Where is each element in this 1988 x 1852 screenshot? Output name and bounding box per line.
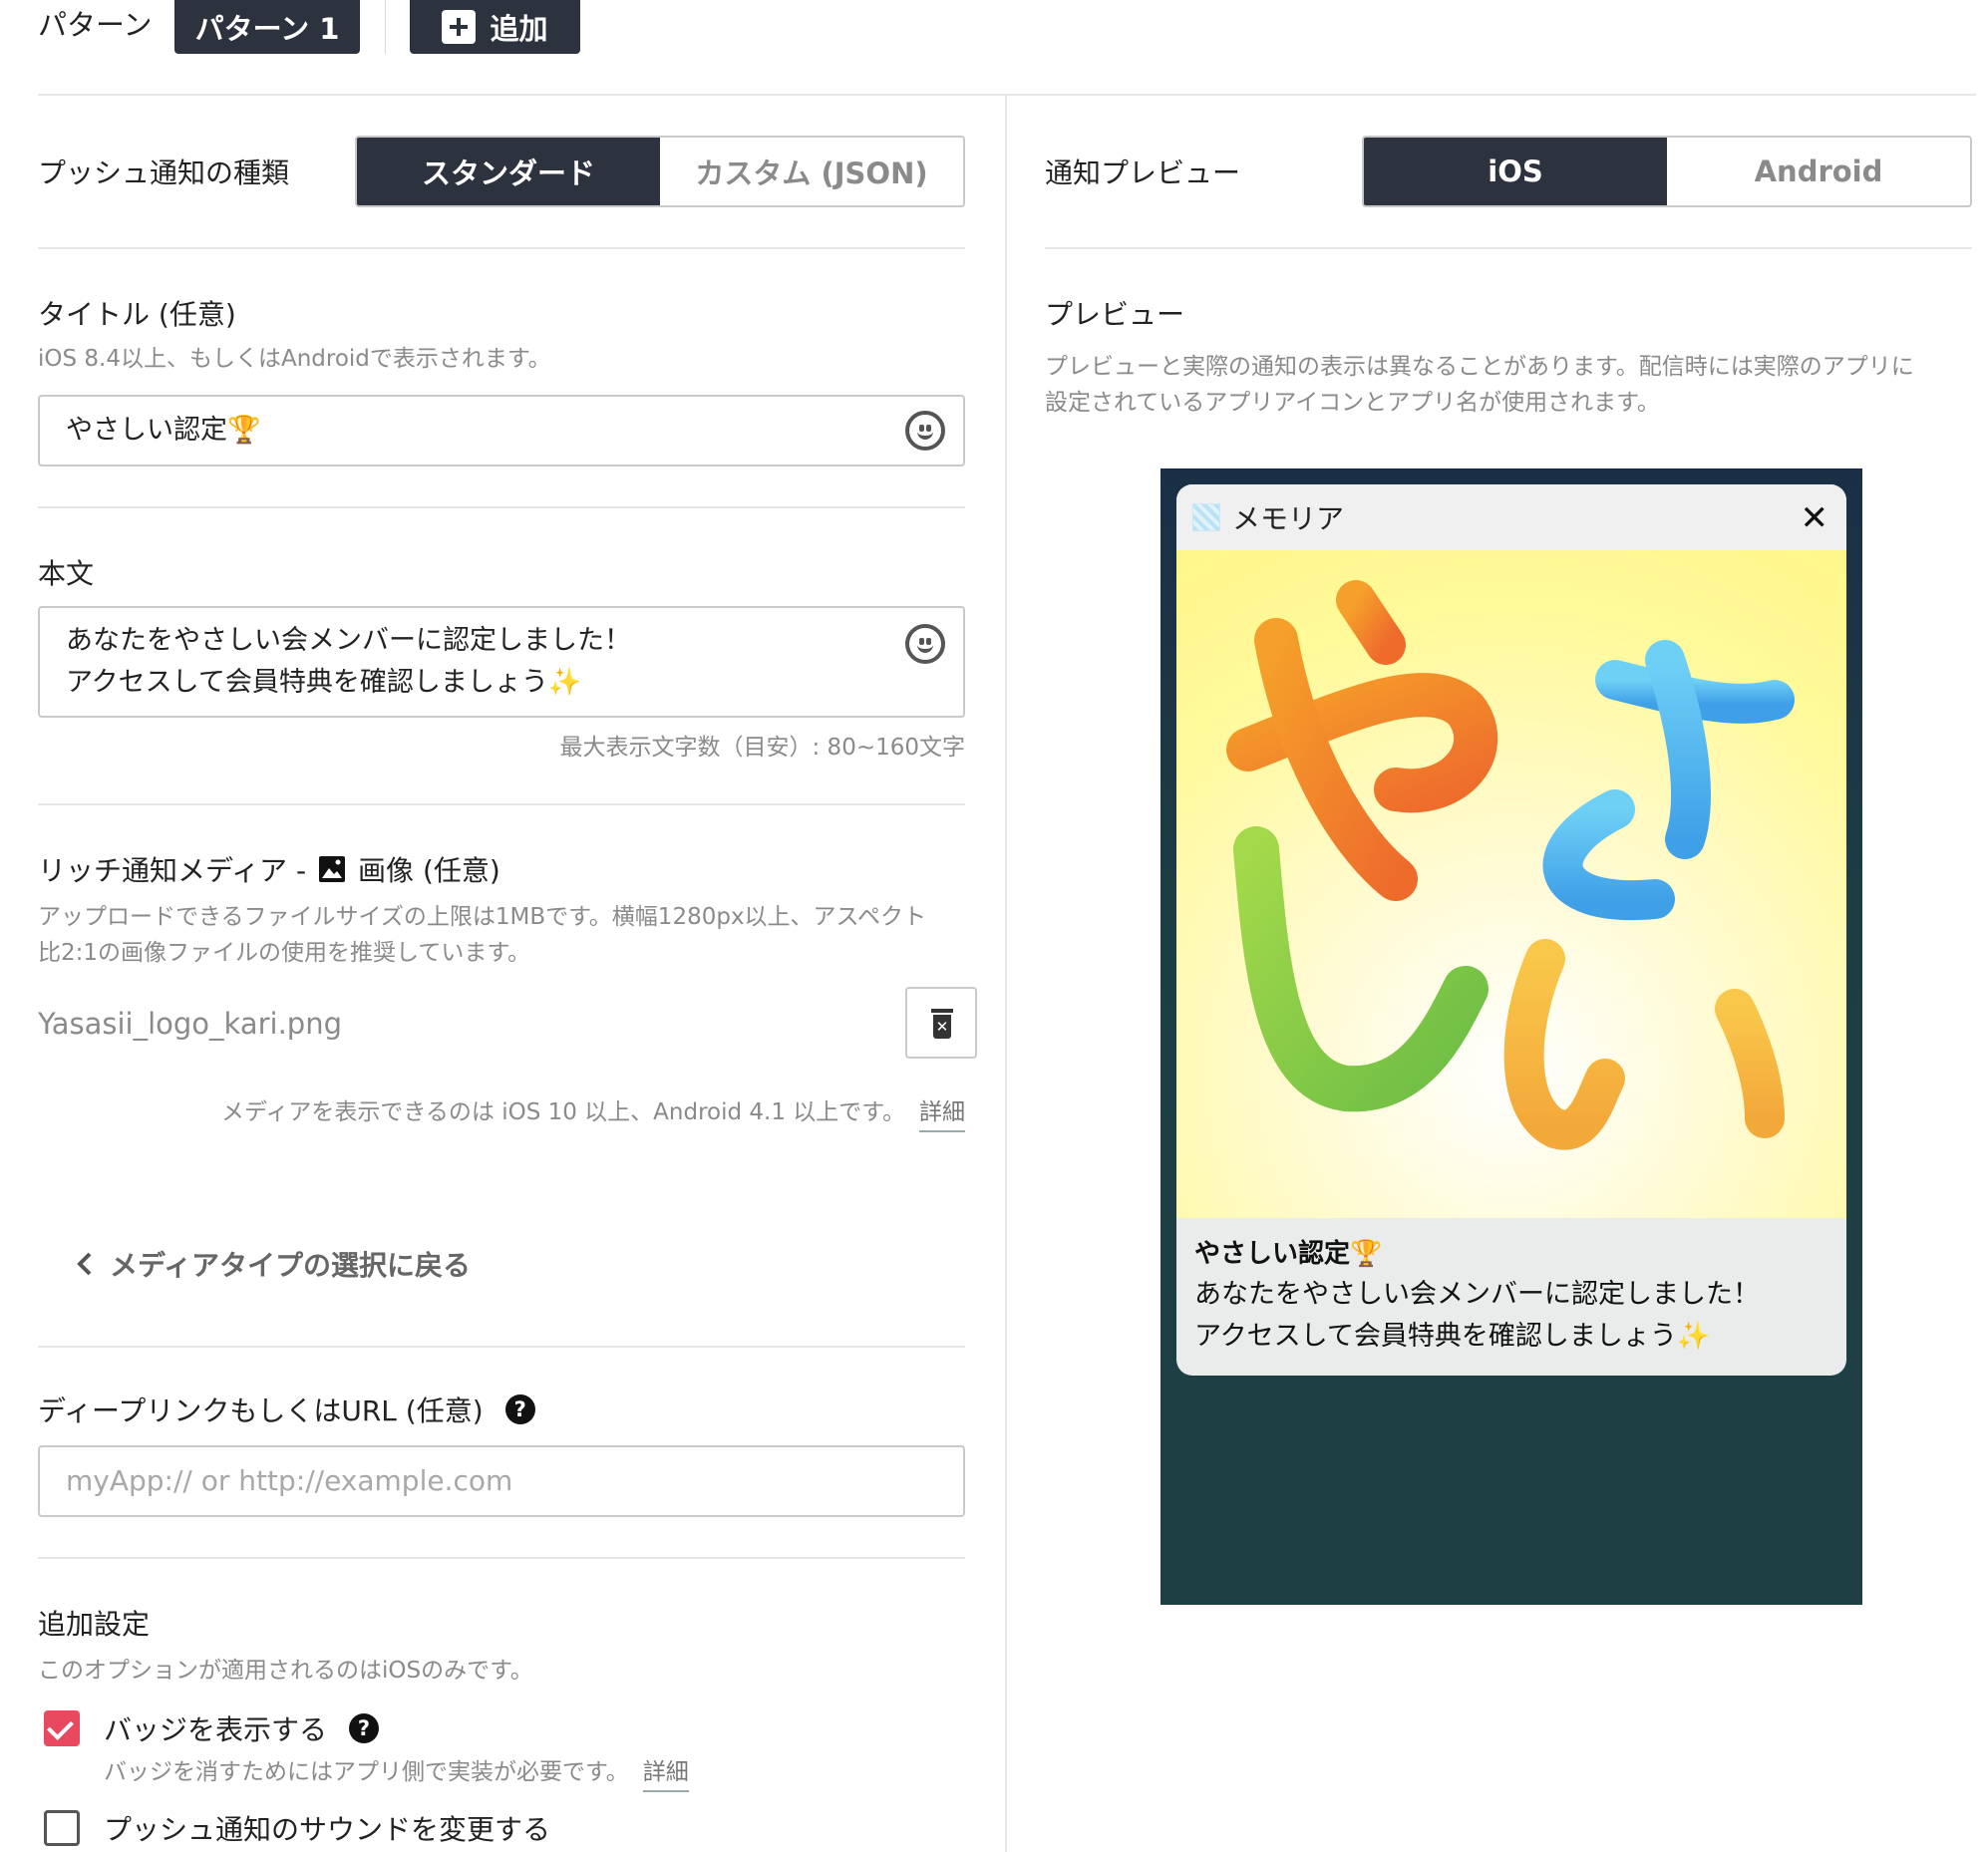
deeplink-placeholder: myApp:// or http://example.com xyxy=(66,1464,513,1497)
media-label-prefix: リッチ通知メディア - xyxy=(38,854,307,887)
pattern-label: パターン xyxy=(38,8,153,42)
media-hint-line-2: 比2:1の画像ファイルの使用を推奨しています。 xyxy=(38,940,531,966)
divider xyxy=(1045,247,1972,249)
sound-checkbox[interactable] xyxy=(44,1810,80,1846)
badge-detail-link[interactable]: 詳細 xyxy=(642,1754,689,1792)
badge-checkbox[interactable] xyxy=(44,1710,80,1746)
divider xyxy=(38,506,965,508)
media-detail-link[interactable]: 詳細 xyxy=(919,1094,965,1132)
extra-settings-label: 追加設定 xyxy=(38,1608,151,1641)
badge-hint-text: バッジを消すためにはアプリ側で実装が必要です。 xyxy=(104,1759,629,1785)
delete-media-button[interactable]: ✕ xyxy=(905,987,977,1059)
deeplink-input[interactable]: myApp:// or http://example.com xyxy=(38,1445,965,1517)
media-filename: Yasasii_logo_kari.png xyxy=(38,1007,342,1041)
push-type-custom-json-option[interactable]: カスタム (JSON) xyxy=(660,138,963,205)
chevron-left-icon xyxy=(77,1252,92,1276)
badge-label[interactable]: バッジを表示する xyxy=(104,1708,327,1748)
push-type-label: プッシュ通知の種類 xyxy=(38,156,290,189)
deeplink-label-text: ディープリンクもしくはURL (任意) xyxy=(38,1394,484,1427)
media-support-label: メディアを表示できるのは iOS 10 以上、Android 4.1 以上です。 xyxy=(220,1099,905,1125)
yasashii-logo-art xyxy=(1226,580,1795,1150)
close-icon[interactable]: ✕ xyxy=(1801,498,1829,538)
emoji-picker-icon[interactable] xyxy=(905,411,945,451)
media-label-suffix: 画像 (任意) xyxy=(358,854,500,887)
notification-app-name: メモリア xyxy=(1232,502,1345,535)
preview-platform-toggle: iOS Android xyxy=(1362,136,1972,207)
push-type-standard-option[interactable]: スタンダード xyxy=(357,138,660,205)
badge-hint: バッジを消すためにはアプリ側で実装が必要です。 詳細 xyxy=(104,1754,689,1792)
back-to-media-type-link[interactable]: メディアタイプの選択に戻る xyxy=(76,1244,471,1284)
title-input-value: やさしい認定🏆 xyxy=(66,415,261,446)
add-pattern-label: 追加 xyxy=(490,12,548,46)
plus-icon xyxy=(442,10,477,44)
notification-image xyxy=(1176,550,1846,1218)
notification-card: メモリア ✕ やさしい認定🏆 あなたをやさしい会メンバーに認定しました！ アクセ… xyxy=(1176,484,1846,1376)
pattern-1-button[interactable]: パターン 1 xyxy=(174,0,360,54)
app-icon xyxy=(1192,503,1220,531)
media-hint-line-1: アップロードできるファイルサイズの上限は1MBです。横幅1280px以上、アスペ… xyxy=(38,904,926,930)
help-icon[interactable]: ? xyxy=(504,1394,535,1424)
body-textarea[interactable]: あなたをやさしい会メンバーに認定しました！ アクセスして会員特典を確認しましょう… xyxy=(38,606,965,718)
badge-option: バッジを表示する ? xyxy=(104,1708,380,1748)
media-support-text: メディアを表示できるのは iOS 10 以上、Android 4.1 以上です。… xyxy=(221,1094,965,1132)
body-line-1: あなたをやさしい会メンバーに認定しました！ xyxy=(66,625,631,656)
divider xyxy=(38,803,965,805)
title-input[interactable]: やさしい認定🏆 xyxy=(38,395,965,466)
media-label: リッチ通知メディア - 画像 (任意) xyxy=(38,849,500,889)
notification-line-1: あなたをやさしい会メンバーに認定しました！ xyxy=(1194,1279,1760,1310)
preview-note-line-2: 設定されているアプリアイコンとアプリ名が使用されます。 xyxy=(1045,390,1660,416)
emoji-picker-icon[interactable] xyxy=(905,624,945,664)
help-icon[interactable]: ? xyxy=(349,1713,380,1743)
body-line-2: アクセスして会員特典を確認しましょう✨ xyxy=(66,667,582,698)
preview-title: プレビュー xyxy=(1045,298,1185,331)
platform-ios-option[interactable]: iOS xyxy=(1364,138,1667,205)
push-type-toggle: スタンダード カスタム (JSON) xyxy=(355,136,965,207)
back-to-media-type-label: メディアタイプの選択に戻る xyxy=(110,1249,472,1282)
preview-note-line-1: プレビューと実際の通知の表示は異なることがあります。配信時には実際のアプリに xyxy=(1045,354,1914,380)
top-divider xyxy=(38,94,1976,96)
add-pattern-button[interactable]: 追加 xyxy=(410,0,580,54)
trash-icon xyxy=(931,1009,953,1013)
notification-body: やさしい認定🏆 あなたをやさしい会メンバーに認定しました！ アクセスして会員特典… xyxy=(1194,1234,1832,1358)
image-icon xyxy=(319,856,346,882)
deeplink-label: ディープリンクもしくはURL (任意) ? xyxy=(38,1389,535,1429)
title-field-label: タイトル (任意) xyxy=(38,298,236,331)
title-field-hint: iOS 8.4以上、もしくはAndroidで表示されます。 xyxy=(38,346,551,372)
divider xyxy=(38,1346,965,1348)
notification-line-2: アクセスして会員特典を確認しましょう✨ xyxy=(1194,1321,1711,1352)
sound-label[interactable]: プッシュ通知のサウンドを変更する xyxy=(104,1808,550,1848)
extra-settings-hint: このオプションが適用されるのはiOSのみです。 xyxy=(38,1658,533,1684)
divider xyxy=(38,247,965,249)
platform-android-option[interactable]: Android xyxy=(1667,138,1970,205)
body-field-label: 本文 xyxy=(38,557,95,590)
divider xyxy=(38,1557,965,1559)
preview-platform-label: 通知プレビュー xyxy=(1045,156,1241,189)
notification-header: メモリア xyxy=(1176,484,1846,550)
notification-title: やさしい認定🏆 xyxy=(1194,1239,1383,1269)
body-limit-hint: 最大表示文字数（目安）: 80~160文字 xyxy=(559,735,966,761)
pattern-divider xyxy=(385,0,386,54)
column-divider xyxy=(1005,96,1007,1852)
